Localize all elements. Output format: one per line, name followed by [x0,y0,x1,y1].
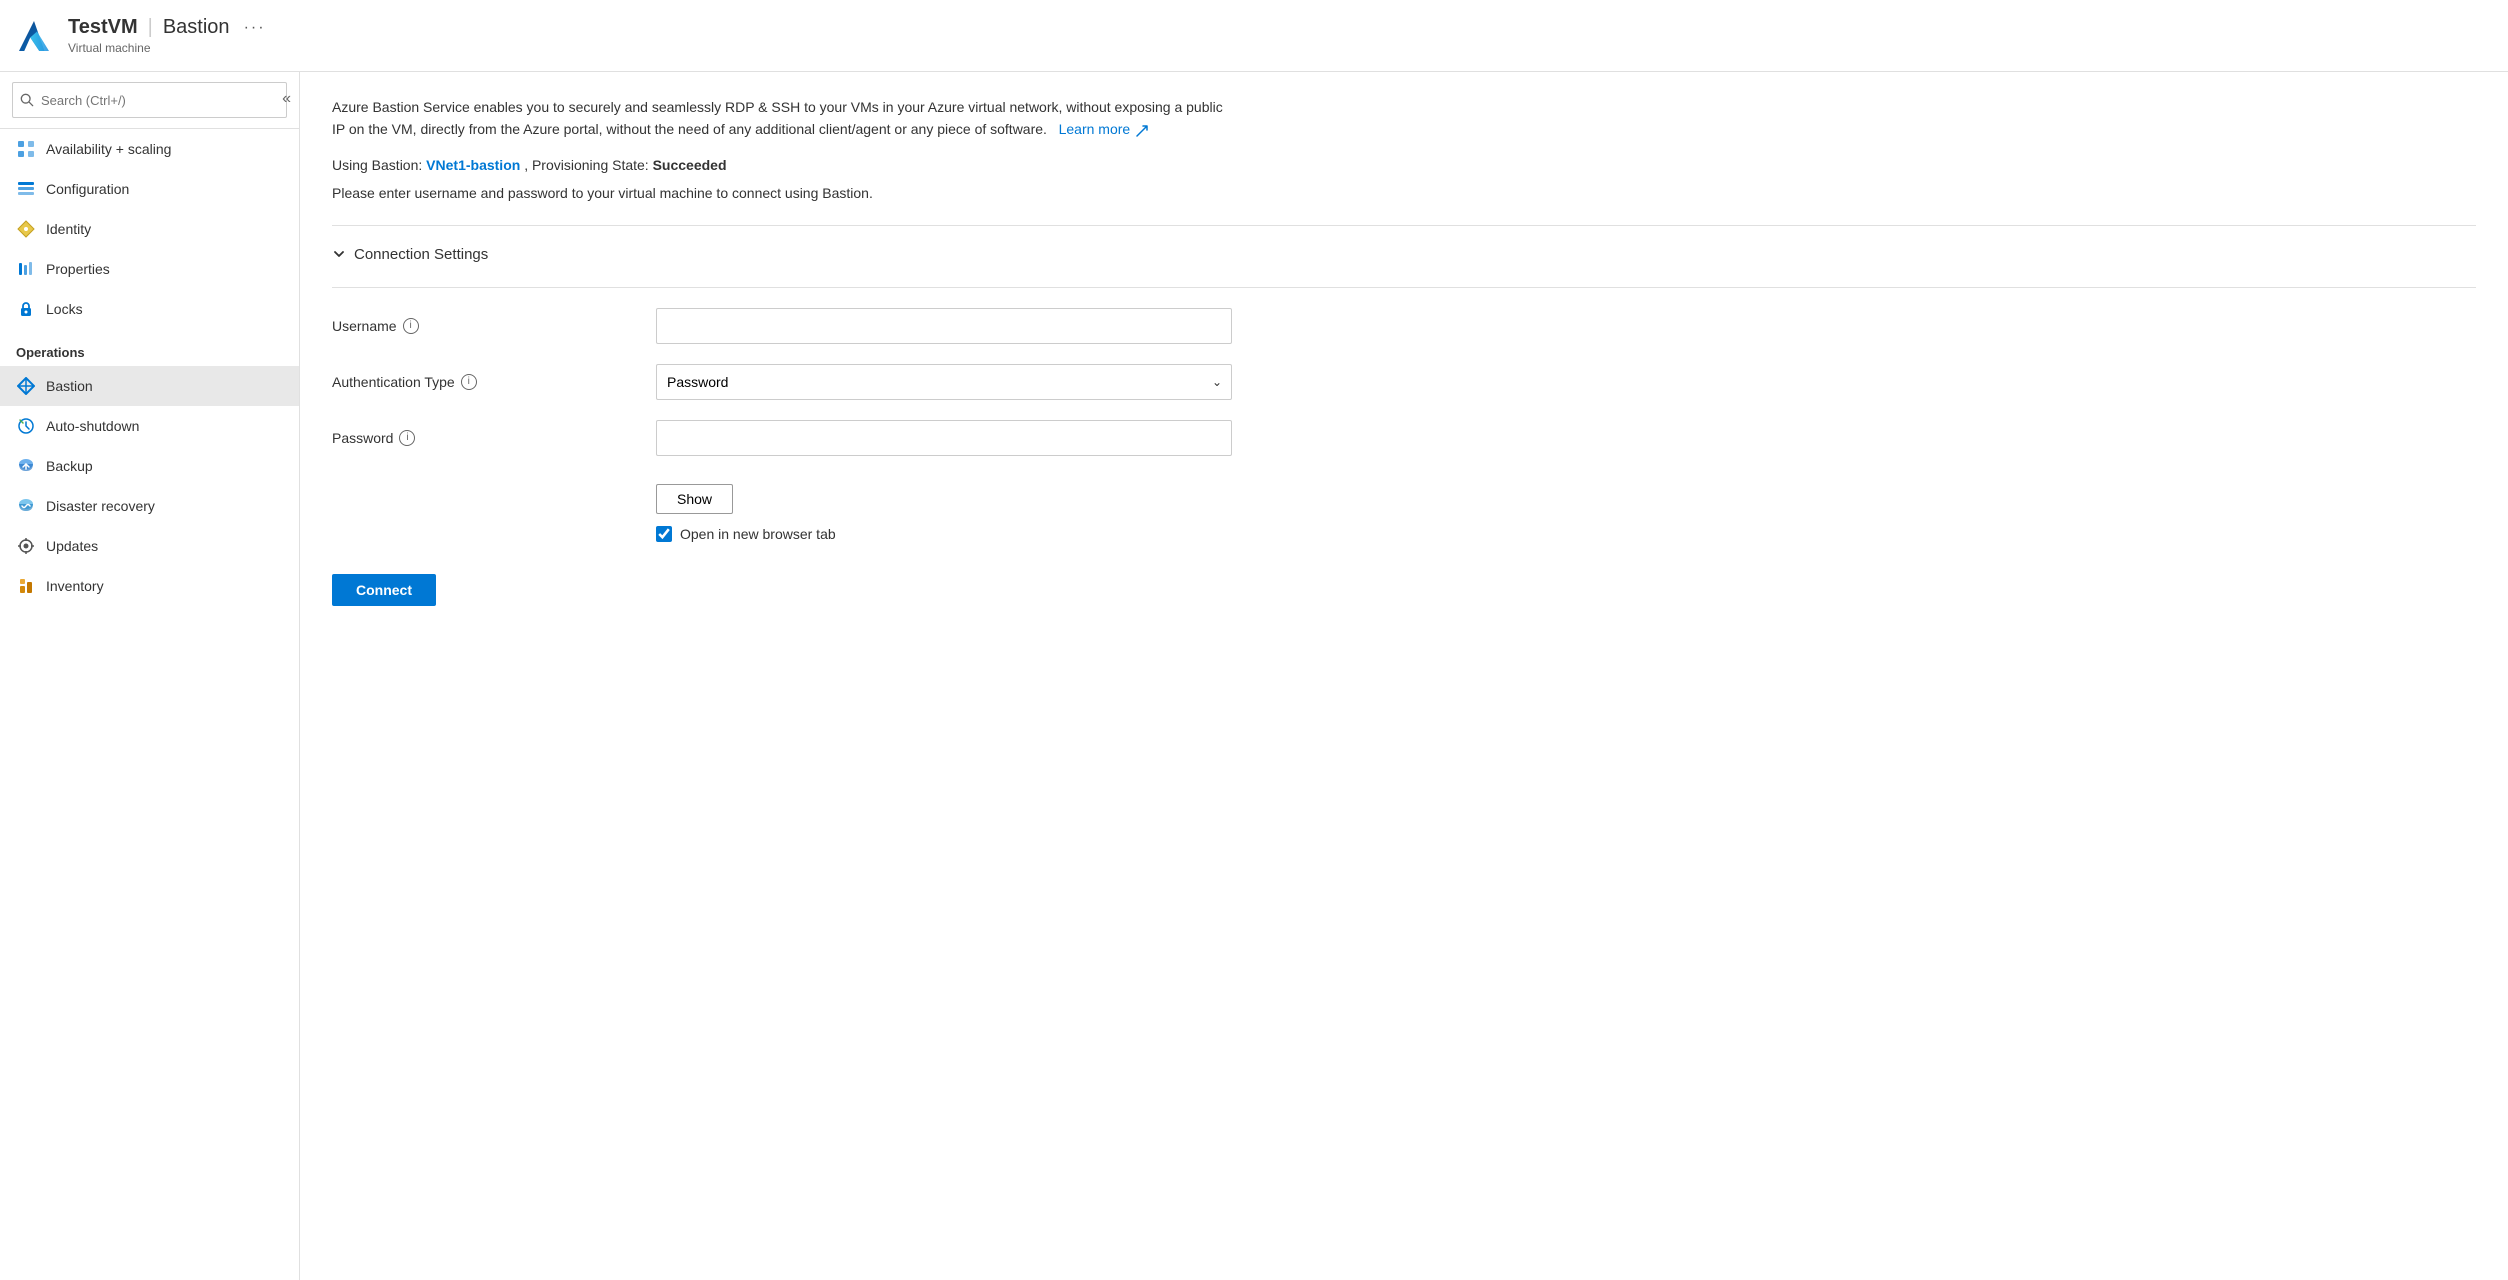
sidebar-item-availability-scaling[interactable]: Availability + scaling [0,129,299,169]
show-password-button[interactable]: Show [656,484,733,514]
open-new-tab-checkbox[interactable] [656,526,672,542]
sidebar-item-configuration-label: Configuration [46,181,129,197]
configuration-icon [16,179,36,199]
connection-settings-label: Connection Settings [354,246,488,263]
sidebar-item-inventory-label: Inventory [46,578,104,594]
disaster-recovery-icon [16,496,36,516]
sidebar-item-locks[interactable]: Locks [0,289,299,329]
connection-settings-header[interactable]: Connection Settings [332,246,2476,263]
username-label: Username i [332,318,632,334]
sidebar-item-properties-label: Properties [46,261,110,277]
show-button-section: Show Open in new browser tab [656,476,1232,542]
sidebar-item-identity[interactable]: Identity [0,209,299,249]
sidebar-item-auto-shutdown[interactable]: Auto-shutdown [0,406,299,446]
main-content: Azure Bastion Service enables you to sec… [300,72,2508,1280]
connect-section: Connect [332,574,2476,606]
password-input[interactable] [656,420,1232,456]
page-header: TestVM | Bastion ··· Virtual machine [0,0,2508,72]
sidebar-item-updates-label: Updates [46,538,98,554]
sidebar-item-availability-scaling-label: Availability + scaling [46,141,171,157]
vm-name: TestVM [68,16,138,39]
header-subtitle: Virtual machine [68,41,266,55]
connect-message: Please enter username and password to yo… [332,185,2476,201]
operations-section-label: Operations [0,329,299,366]
header-divider: | [148,16,153,39]
learn-more-link[interactable]: Learn more [1055,121,1148,137]
bastion-name-link[interactable]: VNet1-bastion [426,157,520,173]
search-icon [20,93,34,107]
sidebar-item-disaster-recovery-label: Disaster recovery [46,498,155,514]
sidebar-item-inventory[interactable]: Inventory [0,566,299,606]
username-info-icon[interactable]: i [403,318,419,334]
connection-settings-divider [332,287,2476,288]
sidebar: « Availability + scaling Configuration I… [0,72,300,1280]
connection-form: Username i Authentication Type i Passwor… [332,308,1232,542]
sidebar-item-auto-shutdown-label: Auto-shutdown [46,418,139,434]
header-title-block: TestVM | Bastion ··· Virtual machine [68,16,266,55]
collapse-sidebar-button[interactable]: « [274,86,299,112]
identity-icon [16,219,36,239]
auth-type-info-icon[interactable]: i [461,374,477,390]
auth-type-select-wrapper: Password SSH Private Key ⌄ [656,364,1232,400]
sidebar-item-locks-label: Locks [46,301,83,317]
azure-logo [16,18,52,54]
sidebar-item-backup-label: Backup [46,458,93,474]
more-menu-icon[interactable]: ··· [244,19,266,37]
sidebar-item-configuration[interactable]: Configuration [0,169,299,209]
sidebar-item-bastion[interactable]: Bastion [0,366,299,406]
bastion-info: Using Bastion: VNet1-bastion , Provision… [332,157,2476,173]
inventory-icon [16,576,36,596]
backup-icon [16,456,36,476]
bastion-icon [16,376,36,396]
sidebar-search-container [0,72,299,129]
sidebar-navigation: Availability + scaling Configuration Ide… [0,129,299,1280]
sidebar-item-bastion-label: Bastion [46,378,93,394]
section-name: Bastion [163,16,230,39]
sidebar-item-identity-label: Identity [46,221,91,237]
locks-icon [16,299,36,319]
open-new-tab-row: Open in new browser tab [656,526,1232,542]
section-divider [332,225,2476,226]
chevron-down-icon [332,247,346,261]
sidebar-item-properties[interactable]: Properties [0,249,299,289]
availability-icon [16,139,36,159]
sidebar-item-disaster-recovery[interactable]: Disaster recovery [0,486,299,526]
sidebar-item-updates[interactable]: Updates [0,526,299,566]
password-label: Password i [332,430,632,446]
auth-type-label: Authentication Type i [332,374,632,390]
connect-button[interactable]: Connect [332,574,436,606]
password-info-icon[interactable]: i [399,430,415,446]
auth-type-select[interactable]: Password SSH Private Key [656,364,1232,400]
properties-icon [16,259,36,279]
service-description: Azure Bastion Service enables you to sec… [332,96,1232,141]
sidebar-item-backup[interactable]: Backup [0,446,299,486]
auto-shutdown-icon [16,416,36,436]
open-new-tab-label[interactable]: Open in new browser tab [680,526,836,542]
provisioning-state: Succeeded [653,157,727,173]
username-input[interactable] [656,308,1232,344]
search-input[interactable] [12,82,287,118]
updates-icon [16,536,36,556]
